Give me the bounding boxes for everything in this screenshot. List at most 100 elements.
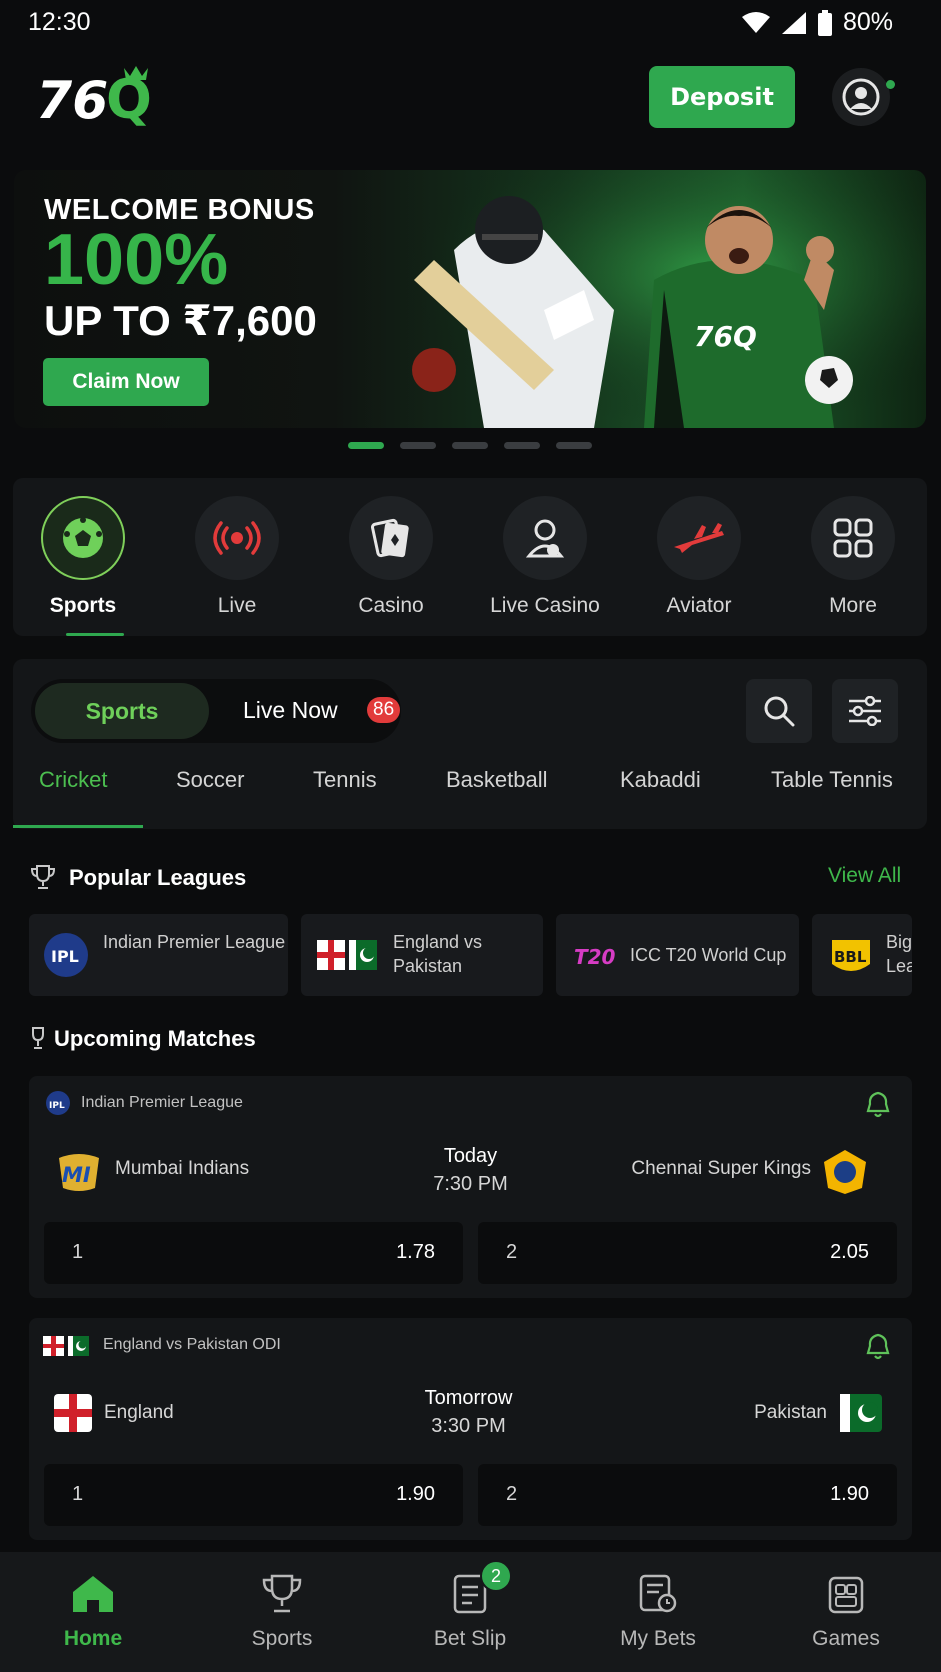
nav-label: Games [812, 1627, 880, 1650]
tab-tennis[interactable]: Tennis [313, 767, 377, 793]
category-label: Aviator [666, 594, 732, 617]
bell-icon[interactable] [865, 1332, 891, 1360]
league-name: ICC T20 World Cup [630, 945, 787, 965]
status-bar: 12:30 80% [0, 0, 941, 48]
cards-icon [371, 518, 409, 558]
svg-text:BBL: BBL [834, 948, 867, 966]
category-label: Live [217, 594, 257, 617]
t20-logo: T20 [574, 945, 616, 969]
banner-percent: 100% [44, 220, 229, 300]
segment-sports[interactable]: Sports [35, 683, 209, 739]
bell-icon[interactable] [865, 1090, 891, 1118]
league-name: Big Lea [886, 932, 912, 976]
carousel-dot[interactable] [556, 442, 592, 449]
match-league: Indian Premier League [81, 1094, 243, 1111]
odds-button-away[interactable]: 2 1.90 [478, 1464, 897, 1526]
category-live[interactable]: Live [177, 496, 297, 618]
sports-segment-control: Sports Live Now 86 [31, 679, 401, 743]
odds-value: 1.90 [396, 1483, 435, 1505]
nav-label: Sports [251, 1627, 313, 1650]
carousel-dot-active[interactable] [348, 442, 384, 449]
claim-now-button[interactable]: Claim Now [43, 358, 209, 406]
category-label: Casino [358, 594, 424, 617]
tab-kabaddi[interactable]: Kabaddi [620, 767, 701, 793]
svg-text:Q: Q [106, 68, 152, 131]
category-sports[interactable]: Sports [23, 496, 143, 618]
view-all-link[interactable]: View All [828, 864, 901, 888]
carousel-dot[interactable] [400, 442, 436, 449]
league-card-bbl[interactable]: BBL Big Lea [812, 914, 912, 996]
odds-button-away[interactable]: 2 2.05 [478, 1222, 897, 1284]
battery-percent: 80% [842, 8, 893, 36]
odds-button-home[interactable]: 1 1.78 [44, 1222, 463, 1284]
trophy-icon [262, 1574, 302, 1613]
league-name: England vs Pakistan [393, 932, 483, 976]
tab-cricket[interactable]: Cricket [39, 767, 107, 793]
league-card-t20[interactable]: T20 ICC T20 World Cup [556, 914, 799, 996]
segment-live-now[interactable]: Live Now [243, 697, 338, 724]
category-more[interactable]: More [793, 496, 913, 618]
upcoming-matches-title: Upcoming Matches [54, 1026, 256, 1051]
trophy-icon [30, 865, 56, 889]
deposit-button[interactable]: Deposit [649, 66, 795, 128]
nav-bet-slip[interactable]: Bet Slip [390, 1574, 550, 1651]
tab-table-tennis[interactable]: Table Tennis [771, 767, 893, 793]
jersey-logo-text: 76Q [694, 320, 757, 353]
plane-icon [674, 523, 724, 553]
category-aviator[interactable]: Aviator [639, 496, 759, 618]
brand-logo[interactable]: 76 Q [36, 62, 176, 132]
svg-text:76: 76 [36, 71, 108, 131]
filter-button[interactable] [832, 679, 898, 743]
match-card[interactable]: IPL Indian Premier League MI Mumbai Indi… [29, 1076, 912, 1298]
nav-label: Home [63, 1627, 123, 1650]
promo-banner[interactable]: 76Q WELCOME BONUS 100% UP TO ₹7,600 Clai… [14, 170, 926, 428]
tab-soccer[interactable]: Soccer [176, 767, 244, 793]
bbl-logo: BBL [832, 940, 870, 971]
chennai-super-kings-logo [824, 1150, 866, 1194]
svg-text:T20: T20 [574, 945, 616, 969]
home-icon [73, 1576, 113, 1612]
eng-pak-flags [317, 940, 377, 970]
search-icon [764, 696, 795, 727]
mybets-icon [639, 1574, 677, 1613]
status-time: 12:30 [28, 8, 91, 36]
odds-value: 2.05 [830, 1241, 869, 1263]
search-button[interactable] [746, 679, 812, 743]
category-strip: Sports Live Casino Live Casino Aviator M… [13, 478, 927, 636]
filter-icon [849, 696, 881, 726]
category-label: More [829, 594, 877, 617]
category-casino[interactable]: Casino [331, 496, 451, 618]
nav-my-bets[interactable]: My Bets [578, 1574, 738, 1651]
league-name: Indian Premier League [103, 932, 286, 952]
games-icon [828, 1576, 864, 1614]
nav-home[interactable]: Home [13, 1574, 173, 1651]
away-team-name: Chennai Super Kings [631, 1158, 811, 1179]
odds-outcome: 1 [72, 1483, 84, 1505]
category-label: Sports [49, 594, 117, 617]
away-team-name: Pakistan [754, 1402, 827, 1423]
popular-leagues-title: Popular Leagues [69, 865, 247, 890]
carousel-dot[interactable] [452, 442, 488, 449]
odds-value: 1.90 [830, 1483, 869, 1505]
carousel-dot[interactable] [504, 442, 540, 449]
upcoming-trophy-icon [32, 1027, 44, 1049]
user-icon [842, 78, 880, 116]
battery-icon [817, 9, 832, 36]
nav-label: My Bets [620, 1627, 696, 1650]
ipl-logo: IPL [44, 933, 88, 977]
odds-button-home[interactable]: 1 1.90 [44, 1464, 463, 1526]
nav-games[interactable]: Games [766, 1574, 926, 1651]
svg-text:IPL: IPL [49, 1101, 65, 1111]
match-league: England vs Pakistan ODI [103, 1336, 281, 1353]
league-card-eng-pak[interactable]: England vs Pakistan [301, 914, 543, 996]
soccer-ball-icon [63, 517, 103, 558]
league-card-ipl[interactable]: IPL Indian Premier League [29, 914, 288, 996]
sport-tabs: Cricket Soccer Tennis Basketball Kabaddi… [13, 767, 927, 811]
profile-button[interactable] [832, 68, 890, 126]
bottom-navigation: Home Sports Bet Slip My Bets Games [0, 1552, 941, 1672]
tab-basketball[interactable]: Basketball [446, 767, 548, 793]
category-live-casino[interactable]: Live Casino [485, 496, 605, 618]
match-card[interactable]: England vs Pakistan ODI England Tomorrow… [29, 1318, 912, 1540]
eng-pak-mini-flags [43, 1336, 89, 1356]
nav-sports[interactable]: Sports [202, 1574, 362, 1651]
